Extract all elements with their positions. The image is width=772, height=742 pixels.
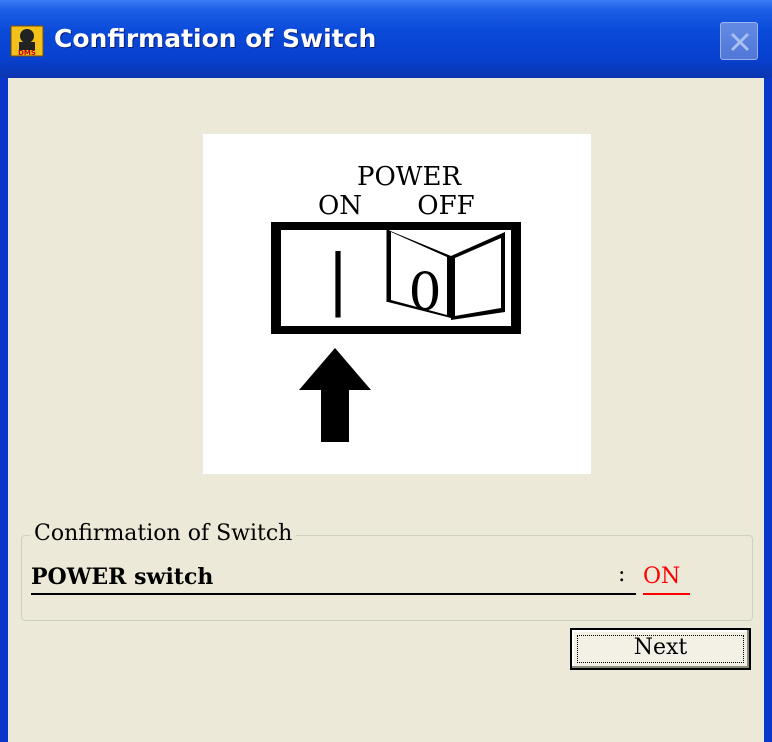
- close-icon: [730, 32, 750, 52]
- next-button-label: Next: [633, 635, 688, 660]
- app-icon: DMS: [10, 25, 44, 57]
- power-switch-label: POWER switch: [31, 564, 214, 590]
- group-legend: Confirmation of Switch: [30, 521, 297, 546]
- power-label: POWER: [357, 162, 463, 192]
- confirmation-group: Confirmation of Switch POWER switch : ON: [21, 521, 753, 621]
- close-button[interactable]: [720, 22, 758, 60]
- confirmation-window: DMS Confirmation of Switch POWER ON OFF: [0, 0, 772, 742]
- power-switch-value: ON: [643, 564, 681, 589]
- status-value-underline: [643, 593, 690, 595]
- off-label: OFF: [417, 191, 474, 221]
- up-arrow-icon: [299, 348, 371, 442]
- dialog-body: POWER ON OFF | 0 Confirmation of Switch …: [8, 78, 764, 742]
- title-bar[interactable]: DMS Confirmation of Switch: [0, 0, 772, 78]
- on-symbol: |: [327, 241, 349, 318]
- status-underline: [31, 593, 636, 595]
- on-label: ON: [318, 191, 362, 221]
- power-switch-illustration: POWER ON OFF | 0: [203, 134, 591, 474]
- svg-text:DMS: DMS: [18, 49, 36, 57]
- off-symbol: 0: [408, 263, 441, 323]
- window-title: Confirmation of Switch: [54, 24, 377, 53]
- status-separator: :: [618, 562, 626, 587]
- rocker-switch: | 0: [271, 222, 521, 334]
- next-button[interactable]: Next: [570, 628, 751, 670]
